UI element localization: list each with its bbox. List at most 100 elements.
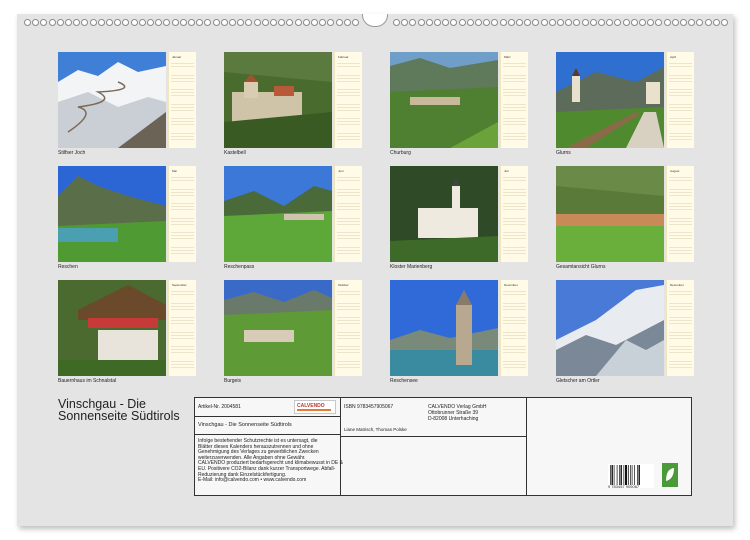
calendar-grid: Juni [334,166,362,262]
binding-ring [647,19,655,26]
binding-ring [73,19,81,26]
binding-ring [639,19,646,26]
binding-ring [524,19,532,26]
binding-ring [417,19,425,26]
calendar-grid: April [666,52,694,148]
binding-ring [499,19,507,26]
photo-caption: Glurns [556,150,571,156]
photo-caption: Reschenpass [224,264,255,270]
photo-reschensee [390,280,498,376]
binding-ring [548,19,556,26]
month-label: Mai [172,169,177,173]
binding-ring [311,19,318,26]
photo-caption: Reschen [58,264,78,270]
isbn: ISBN 9783457905067 [344,404,394,410]
binding-ring [163,19,171,26]
legal-notice: Infolge bestehender Schutzrechte ist es … [198,438,343,484]
binding-ring [48,19,56,26]
binding-ring [557,19,564,26]
calendar-grid: Juli [500,166,528,262]
month-thumbnail-november: November Reschensee [390,280,528,384]
binding-ring [598,19,605,26]
binding-ring [122,19,130,26]
divider [340,436,526,437]
photo-caption: Churburg [390,150,411,156]
photo-reschen [58,166,166,262]
calendar-grid: März [500,52,528,148]
photo-caption: Gesamtansicht Glurns [556,264,606,270]
binding-ring [573,19,581,26]
binding-ring [712,19,720,26]
binding-ring [663,19,671,26]
binding-ring [97,19,105,26]
binding-ring [81,19,89,26]
photo-stilfser-joch [58,52,166,148]
binding-ring [532,19,540,26]
month-label: September [172,283,187,287]
photo-glurns [556,52,664,148]
binding-ring [589,19,597,26]
binding-ring [302,19,310,26]
authors: Liane Matrisch, Thomas Polske [344,427,407,432]
binding-ring [630,19,638,26]
binding-ring [688,19,696,26]
month-thumbnail-october: Oktober Burgeis [224,280,362,384]
binding-ring [188,19,195,26]
binding-ring [204,19,212,26]
month-label: Oktober [338,283,349,287]
binding-ring [138,19,146,26]
binding-ring [130,19,138,26]
binding-ring [106,19,113,26]
calendar-grid: Februar [334,52,362,148]
binding-ring [237,19,245,26]
binding-ring [680,19,687,26]
binding-ring [425,19,433,26]
binding-ring [491,19,499,26]
binding-ring [581,19,589,26]
photo-gesamtansicht-glurns [556,166,664,262]
month-label: April [670,55,677,59]
photo-burgeis [224,280,332,376]
month-label: Februar [338,55,349,59]
binding-ring [696,19,704,26]
binding-ring [606,19,614,26]
barcode-digits: 9 783457 905067 [608,484,640,489]
binding-ring [507,19,515,26]
calendar-subtitle: Vinschgau - Die Sonnenseite Südtirols [198,422,292,428]
month-label: Januar [172,55,182,59]
binding-ring [147,19,154,26]
photo-kloster-marienberg [390,166,498,262]
divider [194,434,340,435]
month-label: November [504,283,518,287]
binding-ring [40,19,48,26]
binding-ring [409,19,417,26]
month-label: August [670,169,680,173]
photo-caption: Burgeis [224,378,241,384]
month-thumbnail-august: August Gesamtansicht Glurns [556,166,694,270]
calendar-title: Vinschgau - Die Sonnenseite Südtirols [58,397,180,423]
month-thumbnail-may: Mai Reschen [58,166,196,270]
binding-ring [245,19,253,26]
binding-ring [196,19,204,26]
month-thumbnail-april: April Glurns [556,52,694,156]
calvendo-logo: CALVENDO [294,400,336,414]
month-label: Dezember [670,283,684,287]
photo-reschenpass [224,166,332,262]
binding-ring [89,19,97,26]
binding-ring [483,19,491,26]
photo-kastelbell [224,52,332,148]
publisher-address: CALVENDO Verlag GmbH Ottobrunner Straße 3… [428,404,487,422]
photo-caption: Gletscher am Ortler [556,378,600,384]
calendar-grid: August [666,166,694,262]
binding-ring [171,19,179,26]
calendar-grid: November [500,280,528,376]
binding-ring [179,19,187,26]
binding-ring [343,19,351,26]
month-label: Juli [504,169,509,173]
binding-ring [450,19,458,26]
photo-caption: Reschensee [390,378,418,384]
binding-ring [319,19,327,26]
month-thumbnail-september: September Bauernhaus im Schnalstal [58,280,196,384]
photo-caption: Bauernhaus im Schnalstal [58,378,117,384]
binding-ring [155,19,163,26]
